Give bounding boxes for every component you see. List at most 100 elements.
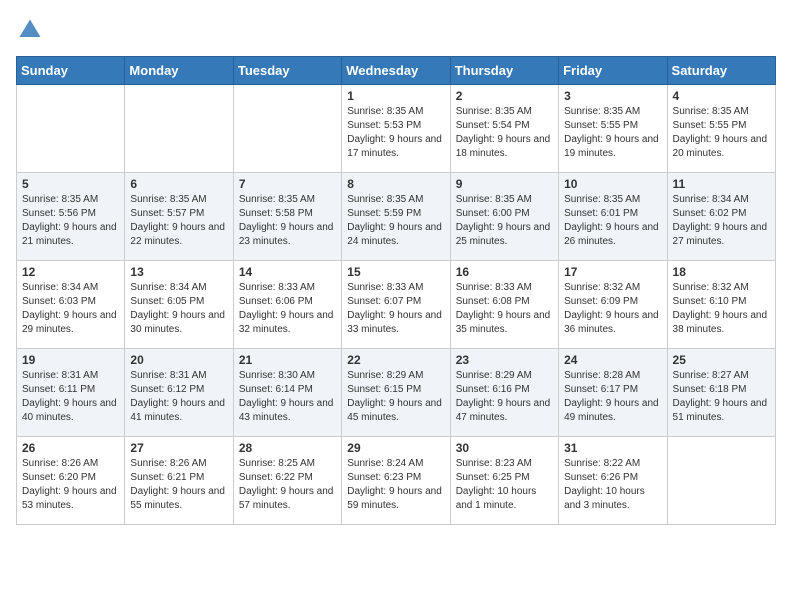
calendar-cell: 11 Sunrise: 8:34 AM Sunset: 6:02 PM Dayli… [667, 173, 775, 261]
calendar-cell [667, 437, 775, 525]
calendar-week-row: 26 Sunrise: 8:26 AM Sunset: 6:20 PM Dayli… [17, 437, 776, 525]
weekday-header: Thursday [450, 57, 558, 85]
day-info: Sunrise: 8:35 AM Sunset: 5:55 PM Dayligh… [564, 105, 661, 161]
day-info: Sunrise: 8:26 AM Sunset: 6:21 PM Dayligh… [130, 457, 227, 513]
day-number: 10 [564, 177, 661, 191]
day-info: Sunrise: 8:24 AM Sunset: 6:23 PM Dayligh… [347, 457, 444, 513]
day-number: 4 [673, 89, 770, 103]
day-number: 11 [673, 177, 770, 191]
calendar-header-row: SundayMondayTuesdayWednesdayThursdayFrid… [17, 57, 776, 85]
day-info: Sunrise: 8:32 AM Sunset: 6:10 PM Dayligh… [673, 281, 770, 337]
day-info: Sunrise: 8:31 AM Sunset: 6:12 PM Dayligh… [130, 369, 227, 425]
calendar-cell: 27 Sunrise: 8:26 AM Sunset: 6:21 PM Dayli… [125, 437, 233, 525]
day-info: Sunrise: 8:34 AM Sunset: 6:03 PM Dayligh… [22, 281, 119, 337]
calendar-cell: 29 Sunrise: 8:24 AM Sunset: 6:23 PM Dayli… [342, 437, 450, 525]
day-info: Sunrise: 8:35 AM Sunset: 5:54 PM Dayligh… [456, 105, 553, 161]
day-number: 7 [239, 177, 336, 191]
day-number: 2 [456, 89, 553, 103]
day-number: 21 [239, 353, 336, 367]
calendar-cell: 21 Sunrise: 8:30 AM Sunset: 6:14 PM Dayli… [233, 349, 341, 437]
calendar-week-row: 19 Sunrise: 8:31 AM Sunset: 6:11 PM Dayli… [17, 349, 776, 437]
calendar-cell: 10Sunrise: 8:35 AM Sunset: 6:01 PM Dayli… [559, 173, 667, 261]
day-info: Sunrise: 8:35 AM Sunset: 5:58 PM Dayligh… [239, 193, 336, 249]
day-number: 31 [564, 441, 661, 455]
calendar-cell: 28 Sunrise: 8:25 AM Sunset: 6:22 PM Dayli… [233, 437, 341, 525]
calendar-week-row: 5 Sunrise: 8:35 AM Sunset: 5:56 PM Daylig… [17, 173, 776, 261]
day-number: 6 [130, 177, 227, 191]
calendar-cell: 24 Sunrise: 8:28 AM Sunset: 6:17 PM Dayli… [559, 349, 667, 437]
day-info: Sunrise: 8:34 AM Sunset: 6:02 PM Dayligh… [673, 193, 770, 249]
day-info: Sunrise: 8:22 AM Sunset: 6:26 PM Dayligh… [564, 457, 661, 513]
day-number: 28 [239, 441, 336, 455]
calendar-cell: 9 Sunrise: 8:35 AM Sunset: 6:00 PM Daylig… [450, 173, 558, 261]
day-number: 15 [347, 265, 444, 279]
day-number: 20 [130, 353, 227, 367]
day-info: Sunrise: 8:35 AM Sunset: 5:56 PM Dayligh… [22, 193, 119, 249]
day-number: 5 [22, 177, 119, 191]
calendar-week-row: 1 Sunrise: 8:35 AM Sunset: 5:53 PM Daylig… [17, 85, 776, 173]
day-info: Sunrise: 8:35 AM Sunset: 5:57 PM Dayligh… [130, 193, 227, 249]
day-info: Sunrise: 8:33 AM Sunset: 6:07 PM Dayligh… [347, 281, 444, 337]
day-number: 26 [22, 441, 119, 455]
calendar-cell: 31 Sunrise: 8:22 AM Sunset: 6:26 PM Dayli… [559, 437, 667, 525]
day-number: 17 [564, 265, 661, 279]
day-info: Sunrise: 8:26 AM Sunset: 6:20 PM Dayligh… [22, 457, 119, 513]
weekday-header: Friday [559, 57, 667, 85]
day-info: Sunrise: 8:35 AM Sunset: 5:53 PM Dayligh… [347, 105, 444, 161]
logo-icon [16, 16, 44, 44]
day-number: 12 [22, 265, 119, 279]
calendar-cell: 19 Sunrise: 8:31 AM Sunset: 6:11 PM Dayli… [17, 349, 125, 437]
day-info: Sunrise: 8:33 AM Sunset: 6:06 PM Dayligh… [239, 281, 336, 337]
calendar-cell: 22Sunrise: 8:29 AM Sunset: 6:15 PM Dayli… [342, 349, 450, 437]
day-info: Sunrise: 8:35 AM Sunset: 5:55 PM Dayligh… [673, 105, 770, 161]
day-number: 14 [239, 265, 336, 279]
calendar-cell [125, 85, 233, 173]
calendar-cell: 7 Sunrise: 8:35 AM Sunset: 5:58 PM Daylig… [233, 173, 341, 261]
day-number: 13 [130, 265, 227, 279]
calendar-cell: 25 Sunrise: 8:27 AM Sunset: 6:18 PM Dayli… [667, 349, 775, 437]
day-number: 8 [347, 177, 444, 191]
calendar-cell: 20 Sunrise: 8:31 AM Sunset: 6:12 PM Dayli… [125, 349, 233, 437]
calendar-cell: 26 Sunrise: 8:26 AM Sunset: 6:20 PM Dayli… [17, 437, 125, 525]
calendar-cell: 1 Sunrise: 8:35 AM Sunset: 5:53 PM Daylig… [342, 85, 450, 173]
calendar-cell: 30Sunrise: 8:23 AM Sunset: 6:25 PM Dayli… [450, 437, 558, 525]
weekday-header: Saturday [667, 57, 775, 85]
day-number: 24 [564, 353, 661, 367]
day-number: 18 [673, 265, 770, 279]
calendar-cell: 17Sunrise: 8:32 AM Sunset: 6:09 PM Dayli… [559, 261, 667, 349]
day-number: 27 [130, 441, 227, 455]
weekday-header: Wednesday [342, 57, 450, 85]
day-number: 19 [22, 353, 119, 367]
day-info: Sunrise: 8:29 AM Sunset: 6:15 PM Dayligh… [347, 369, 444, 425]
calendar-week-row: 12 Sunrise: 8:34 AM Sunset: 6:03 PM Dayli… [17, 261, 776, 349]
day-info: Sunrise: 8:35 AM Sunset: 6:00 PM Dayligh… [456, 193, 553, 249]
calendar-cell: 13 Sunrise: 8:34 AM Sunset: 6:05 PM Dayli… [125, 261, 233, 349]
day-info: Sunrise: 8:33 AM Sunset: 6:08 PM Dayligh… [456, 281, 553, 337]
calendar-cell: 18 Sunrise: 8:32 AM Sunset: 6:10 PM Dayli… [667, 261, 775, 349]
calendar-cell: 3Sunrise: 8:35 AM Sunset: 5:55 PM Daylig… [559, 85, 667, 173]
day-number: 25 [673, 353, 770, 367]
calendar-cell: 8Sunrise: 8:35 AM Sunset: 5:59 PM Daylig… [342, 173, 450, 261]
day-number: 23 [456, 353, 553, 367]
day-info: Sunrise: 8:28 AM Sunset: 6:17 PM Dayligh… [564, 369, 661, 425]
day-info: Sunrise: 8:31 AM Sunset: 6:11 PM Dayligh… [22, 369, 119, 425]
day-info: Sunrise: 8:23 AM Sunset: 6:25 PM Dayligh… [456, 457, 553, 513]
weekday-header: Monday [125, 57, 233, 85]
weekday-header: Sunday [17, 57, 125, 85]
day-info: Sunrise: 8:30 AM Sunset: 6:14 PM Dayligh… [239, 369, 336, 425]
day-info: Sunrise: 8:25 AM Sunset: 6:22 PM Dayligh… [239, 457, 336, 513]
day-info: Sunrise: 8:29 AM Sunset: 6:16 PM Dayligh… [456, 369, 553, 425]
day-number: 1 [347, 89, 444, 103]
calendar-table: SundayMondayTuesdayWednesdayThursdayFrid… [16, 56, 776, 525]
weekday-header: Tuesday [233, 57, 341, 85]
calendar-cell [17, 85, 125, 173]
calendar-cell [233, 85, 341, 173]
calendar-cell: 23 Sunrise: 8:29 AM Sunset: 6:16 PM Dayli… [450, 349, 558, 437]
calendar-cell: 15 Sunrise: 8:33 AM Sunset: 6:07 PM Dayli… [342, 261, 450, 349]
day-info: Sunrise: 8:34 AM Sunset: 6:05 PM Dayligh… [130, 281, 227, 337]
calendar-cell: 14 Sunrise: 8:33 AM Sunset: 6:06 PM Dayli… [233, 261, 341, 349]
day-number: 29 [347, 441, 444, 455]
day-number: 9 [456, 177, 553, 191]
day-info: Sunrise: 8:27 AM Sunset: 6:18 PM Dayligh… [673, 369, 770, 425]
page-header [16, 16, 776, 44]
